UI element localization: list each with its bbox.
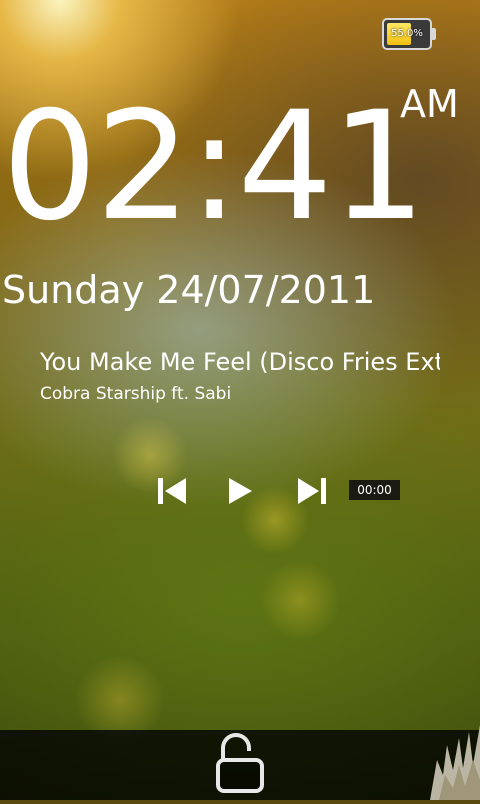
battery-icon: 55.0% xyxy=(382,18,436,50)
elapsed-time: 00:00 xyxy=(349,480,400,500)
skip-next-icon xyxy=(292,470,332,510)
play-button[interactable] xyxy=(220,470,260,510)
clock-time: 02:41 xyxy=(2,80,426,254)
battery-percent: 55.0% xyxy=(391,28,423,39)
next-button[interactable] xyxy=(292,470,332,510)
flower-decoration xyxy=(425,720,480,800)
play-icon xyxy=(220,470,260,510)
skip-previous-icon xyxy=(152,470,192,510)
unlock-padlock-icon xyxy=(215,733,265,798)
track-artist: Cobra Starship ft. Sabi xyxy=(40,384,232,404)
unlock-button[interactable] xyxy=(215,732,265,794)
music-controls xyxy=(0,470,480,514)
previous-button[interactable] xyxy=(152,470,192,510)
track-title: You Make Me Feel (Disco Fries Extended M… xyxy=(40,348,440,376)
date-label: Sunday 24/07/2011 xyxy=(2,268,376,312)
